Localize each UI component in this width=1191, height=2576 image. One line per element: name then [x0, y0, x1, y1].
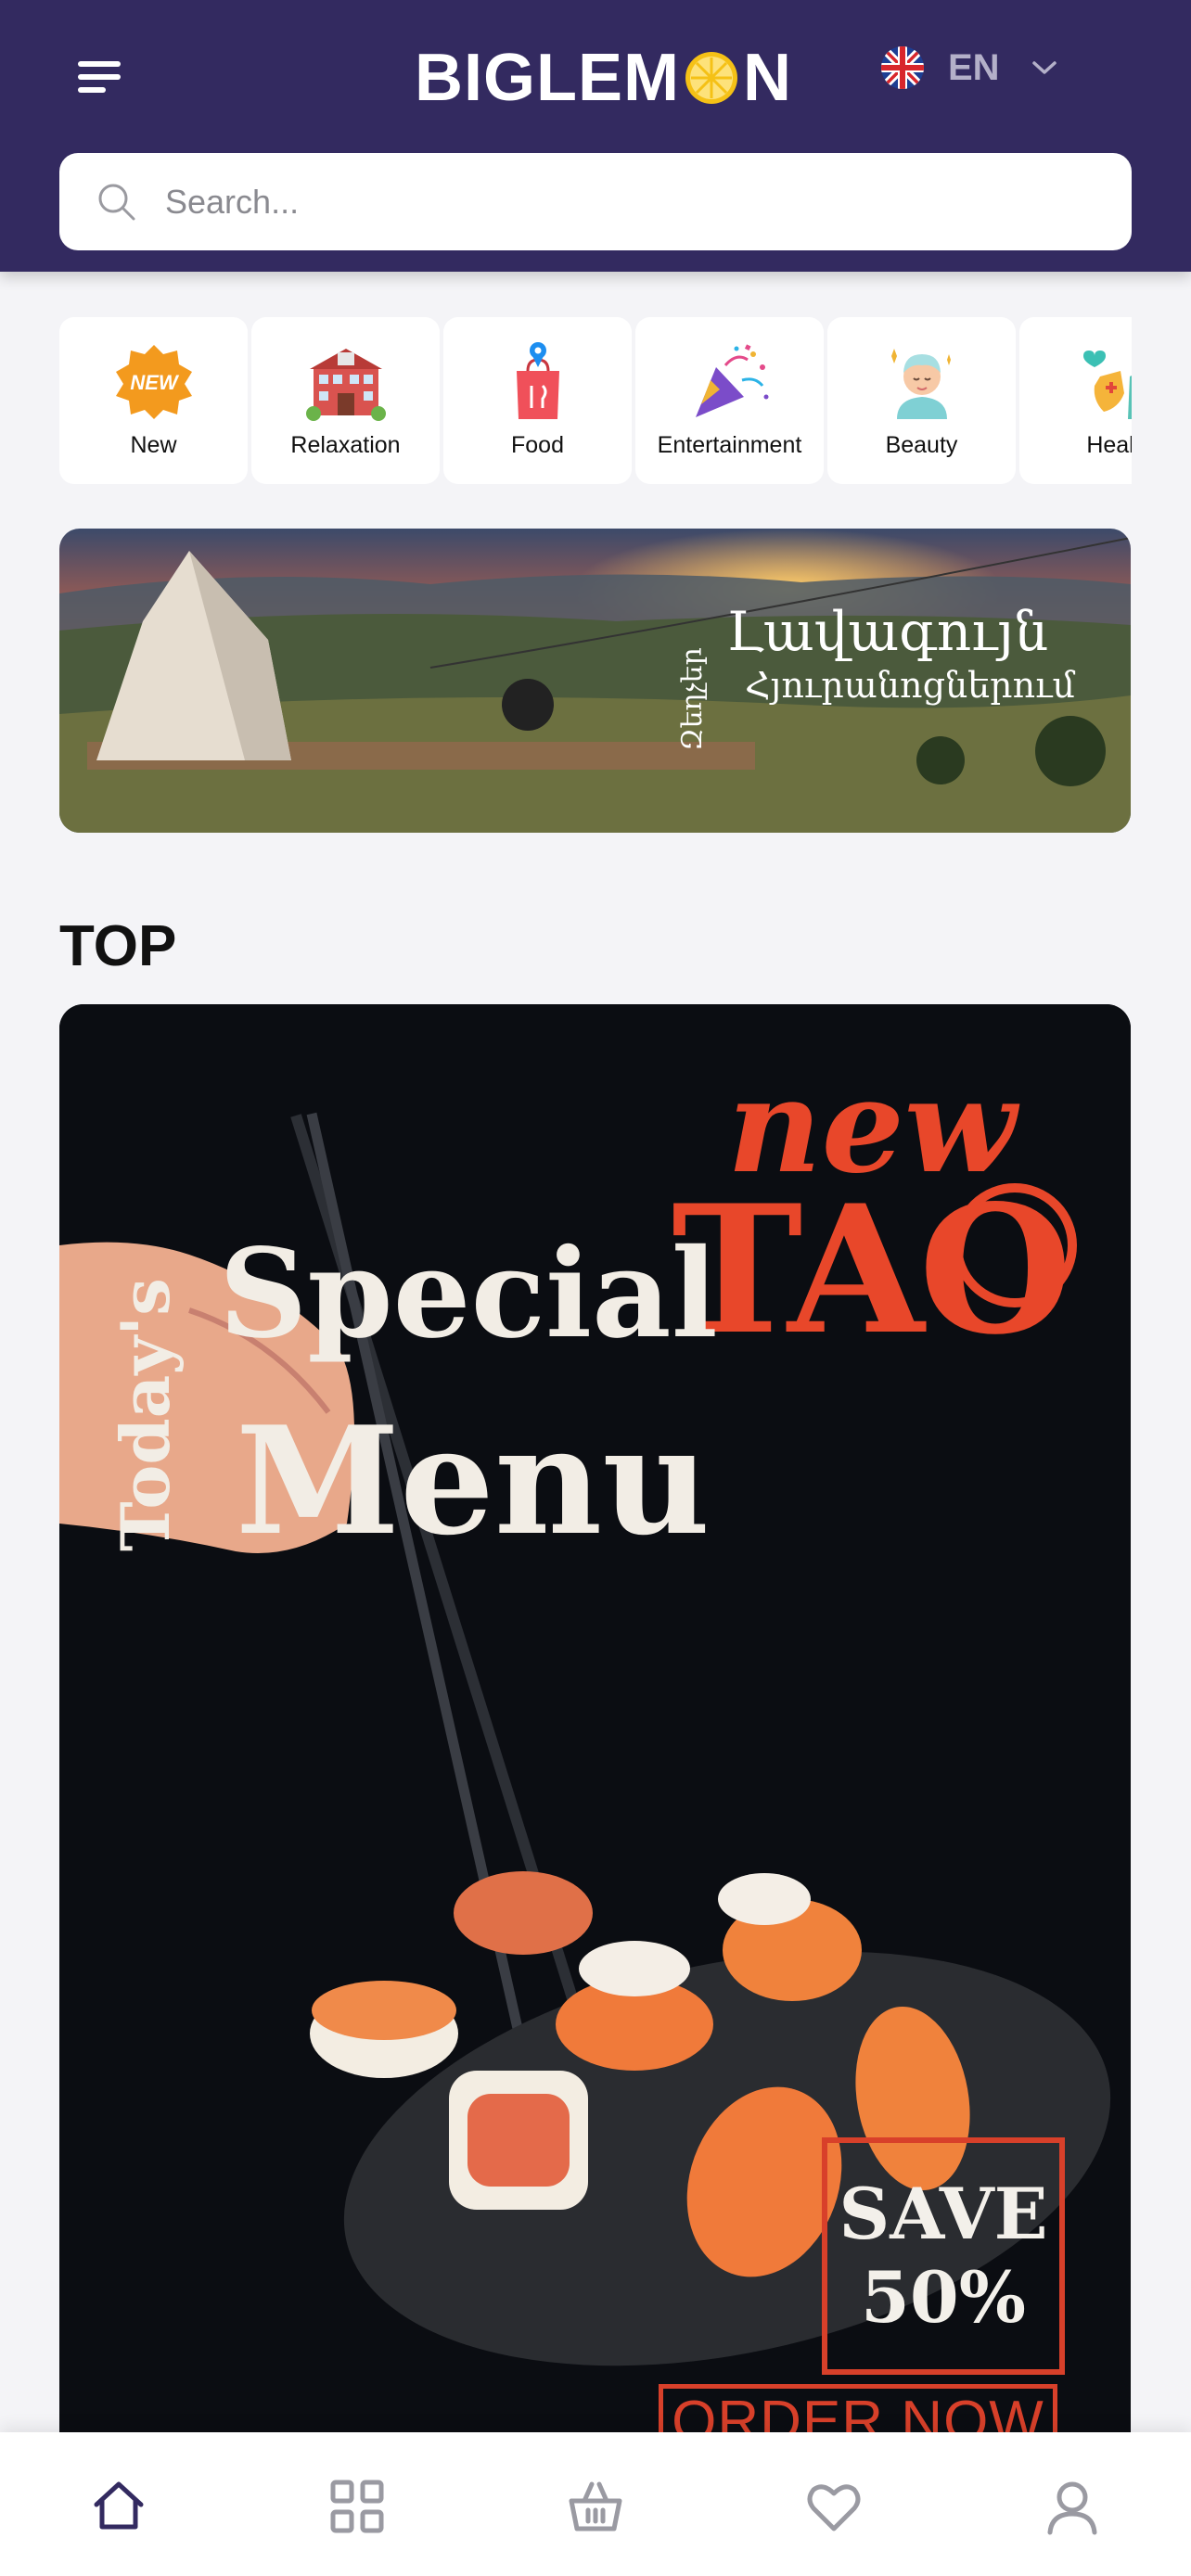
hotel-icon: [305, 349, 386, 421]
svg-text:NEW: NEW: [130, 371, 180, 394]
category-food[interactable]: Food: [443, 317, 632, 484]
category-label: Beauty: [885, 432, 958, 458]
language-selector[interactable]: EN: [881, 46, 1057, 89]
party-popper-icon: [695, 344, 768, 417]
category-label: Entertainment: [657, 432, 802, 458]
promo-todays-text: Today's: [106, 1278, 185, 1551]
new-badge-icon: NEW: [115, 345, 192, 419]
lemon-slice-icon: [685, 52, 737, 104]
hamburger-menu-icon[interactable]: [78, 57, 128, 96]
promo-discount-box: SAVE 50%: [822, 2137, 1065, 2375]
search-input[interactable]: [165, 182, 1093, 222]
banner-line-1: Լավագույն: [726, 600, 1049, 663]
promo-brand-text: TAO: [672, 1167, 1072, 1373]
logo-text-end: N: [742, 41, 792, 115]
profile-icon: [1047, 2481, 1097, 2535]
heart-icon: [807, 2484, 861, 2531]
basket-icon: [569, 2481, 622, 2531]
category-health[interactable]: Healt: [1019, 317, 1132, 484]
category-beauty[interactable]: Beauty: [827, 317, 1016, 484]
promo-save-text: SAVE: [839, 2173, 1048, 2255]
hotels-banner[interactable]: Զեղչեր Լավագույն Հյուրանոցներում: [59, 529, 1131, 833]
home-icon: [94, 2481, 144, 2530]
nav-profile[interactable]: [1035, 2469, 1109, 2544]
health-icon: [1082, 351, 1132, 419]
promo-percent-text: 50%: [861, 2256, 1026, 2339]
search-bar[interactable]: [59, 153, 1132, 250]
category-label: Healt: [1086, 432, 1132, 458]
category-label: Food: [511, 432, 564, 458]
section-title-top: TOP: [59, 914, 177, 978]
top-header: BIGLEM N EN: [0, 0, 1191, 272]
category-relaxation[interactable]: Relaxation: [251, 317, 440, 484]
banner-side-text: Զեղչեր: [676, 647, 709, 751]
app-logo[interactable]: BIGLEM N: [415, 41, 792, 115]
category-new[interactable]: NEW New: [59, 317, 248, 484]
search-icon: [98, 184, 135, 220]
logo-text-start: BIGLEM: [415, 41, 680, 115]
banner-line-2: Հյուրանոցներում: [745, 665, 1075, 706]
nav-basket[interactable]: [558, 2469, 633, 2544]
category-label: Relaxation: [290, 432, 401, 458]
promo-menu-text: Menu: [236, 1394, 711, 1568]
category-label: New: [130, 432, 177, 458]
top-promo-card[interactable]: new TAO Special Menu Today's SAVE 50% OR…: [59, 1004, 1131, 2497]
chevron-down-icon: [1031, 61, 1057, 74]
grid-icon: [330, 2480, 384, 2533]
category-entertainment[interactable]: Entertainment: [635, 317, 824, 484]
banner-headline: Լավագույն Հյուրանոցներում: [726, 601, 1075, 708]
nav-home[interactable]: [82, 2469, 156, 2544]
category-list: NEW New Relaxation Food Entertainment Be…: [59, 317, 1132, 484]
bottom-navigation: [0, 2432, 1191, 2576]
nav-categories[interactable]: [320, 2469, 394, 2544]
nav-favorites[interactable]: [797, 2469, 871, 2544]
uk-flag-icon: [881, 46, 924, 89]
food-bag-icon: [516, 342, 559, 419]
language-code: EN: [948, 46, 1000, 88]
beauty-face-icon: [890, 349, 951, 419]
promo-special-text: Special: [219, 1222, 718, 1366]
